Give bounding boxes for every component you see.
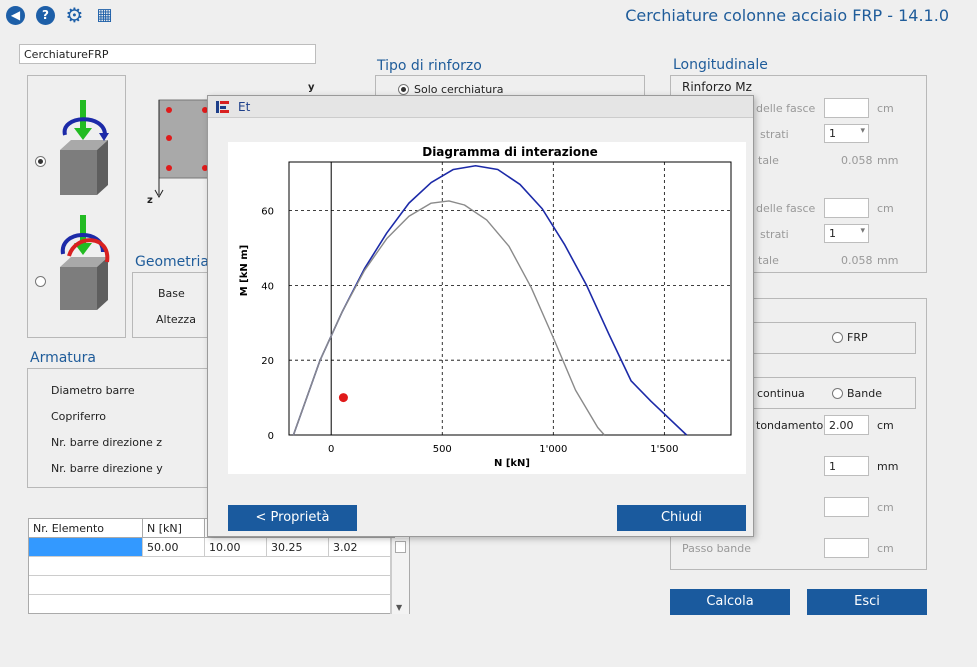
- bande-radio[interactable]: [832, 388, 843, 399]
- table-header-nr-elemento: Nr. Elemento: [29, 519, 143, 538]
- dialog-title: Et: [238, 100, 251, 114]
- numero-strati-select-1[interactable]: 1 ▾: [824, 124, 869, 143]
- app-logo-icon: [216, 101, 229, 113]
- unit-mm-2: mm: [877, 254, 899, 267]
- table-row-empty[interactable]: [29, 557, 391, 576]
- axis-y-label: y: [308, 82, 315, 93]
- unit-mm-1: mm: [877, 154, 899, 167]
- design-point: [338, 393, 348, 403]
- table-row-empty[interactable]: [29, 576, 391, 595]
- chart-title: Diagramma di interazione: [422, 145, 598, 159]
- project-name-input[interactable]: CerchiatureFRP: [19, 44, 316, 64]
- spessore-totale-value-2: 0.058: [841, 254, 873, 267]
- interaction-chart: 0 500 1'000 1'500 0 20 40 60 Diagramma di intera…: [228, 142, 746, 474]
- table-header-n: N [kN]: [143, 519, 205, 538]
- longitudinale-title: Longitudinale: [673, 57, 768, 73]
- tipo-rinforzo-title: Tipo di rinforzo: [377, 58, 482, 74]
- numero-strati-label-1: strati: [760, 128, 789, 141]
- numero-strati-value-2: 1: [829, 227, 836, 240]
- scroll-down-icon[interactable]: ▼: [396, 603, 402, 612]
- materiale-group: [740, 322, 916, 354]
- interaction-chart-svg: 0 500 1'000 1'500 0 20 40 60 Diagramma di intera…: [239, 145, 732, 469]
- larghezza-fasce-input-1[interactable]: [824, 98, 869, 118]
- table-cell[interactable]: 3.02: [329, 538, 391, 557]
- geometria-title: Geometria: [135, 254, 209, 270]
- calculator-icon[interactable]: ▦: [95, 6, 114, 25]
- numero-strati-select-2[interactable]: 1 ▾: [824, 224, 869, 243]
- spessore-totale-label-2: tale: [758, 254, 779, 267]
- settings-icon[interactable]: ⚙: [65, 5, 84, 25]
- continua-label: continua: [757, 387, 805, 400]
- larghezza-fasce-input-2[interactable]: [824, 198, 869, 218]
- help-icon[interactable]: ?: [36, 6, 55, 25]
- nr-barre-y-label: Nr. barre direzione y: [51, 462, 163, 475]
- numero-strati-label-2: strati: [760, 228, 789, 241]
- x-tick-label: 1'500: [650, 444, 678, 455]
- proprieta-button[interactable]: < Proprietà: [228, 505, 357, 531]
- unit-cm-1: cm: [877, 102, 894, 115]
- frp-radio[interactable]: [832, 332, 843, 343]
- passo-bande-label: Passo bande: [682, 542, 752, 555]
- chiudi-button[interactable]: Chiudi: [617, 505, 746, 531]
- nr-barre-z-label: Nr. barre direzione z: [51, 436, 162, 449]
- x-tick-label: 1'000: [539, 444, 567, 455]
- unit-cm-2: cm: [877, 202, 894, 215]
- dialog-titlebar[interactable]: Et: [208, 96, 753, 118]
- x-tick-label: 0: [328, 444, 334, 455]
- calcola-button[interactable]: Calcola: [670, 589, 790, 615]
- esci-button[interactable]: Esci: [807, 589, 927, 615]
- table-cell-selected[interactable]: [29, 538, 143, 557]
- y-tick-label: 60: [261, 207, 274, 218]
- scrollbar-thumb[interactable]: [395, 541, 406, 553]
- solo-cerchiatura-radio[interactable]: [398, 84, 409, 95]
- chevron-down-icon: ▾: [860, 126, 865, 136]
- armatura-title: Armatura: [30, 350, 97, 366]
- back-icon[interactable]: ◀: [6, 6, 25, 25]
- y-tick-label: 0: [268, 431, 274, 442]
- frp-label: FRP: [847, 331, 868, 344]
- base-label: Base: [158, 287, 185, 300]
- copriferro-label: Copriferro: [51, 410, 106, 423]
- load-case-axial-radio[interactable]: [35, 156, 46, 167]
- table-cell[interactable]: 30.25: [267, 538, 329, 557]
- cube-combined-icon: [60, 215, 110, 310]
- unit-mm-3: mm: [877, 460, 899, 473]
- passo-bande-input[interactable]: [824, 538, 869, 558]
- raggio-arrotondamento-label: tondamento: [756, 419, 824, 432]
- y-axis-label: M [kN m]: [239, 245, 250, 297]
- plot-area: [288, 161, 732, 436]
- table-row-empty[interactable]: [29, 595, 391, 614]
- numero-strati-value-1: 1: [829, 127, 836, 140]
- larghezza-bande-input[interactable]: [824, 497, 869, 517]
- x-tick-label: 500: [433, 444, 452, 455]
- app-title: Cerchiature colonne acciaio FRP - 14.1.0: [625, 6, 949, 25]
- y-tick-label: 40: [261, 281, 274, 292]
- diametro-barre-label: Diametro barre: [51, 384, 135, 397]
- larghezza-fasce-label-2: delle fasce: [756, 202, 816, 215]
- chevron-down-icon: ▾: [860, 226, 865, 236]
- bande-label: Bande: [847, 387, 883, 400]
- interaction-dialog: Et 0 500 1'000 1'500 0 20 40 60 Diagramma di int…: [207, 95, 754, 537]
- unit-cm-3: cm: [877, 419, 894, 432]
- cube-axial-icon: [60, 100, 109, 195]
- y-tick-label: 20: [261, 356, 274, 367]
- unit-cm-4: cm: [877, 501, 894, 514]
- spessore-totale-value-1: 0.058: [841, 154, 873, 167]
- spessore-input[interactable]: 1: [824, 456, 869, 476]
- unit-cm-5: cm: [877, 542, 894, 555]
- axis-z-label: z: [147, 195, 153, 206]
- rinforzo-mz-label: Rinforzo Mz: [682, 80, 752, 94]
- x-axis-label: N [kN]: [494, 458, 530, 469]
- raggio-arrotondamento-input[interactable]: 2.00: [824, 415, 869, 435]
- table-cell[interactable]: 10.00: [205, 538, 267, 557]
- larghezza-fasce-label-1: delle fasce: [756, 102, 816, 115]
- table-scrollbar[interactable]: ▼: [391, 538, 409, 614]
- table-cell[interactable]: 50.00: [143, 538, 205, 557]
- spessore-totale-label-1: tale: [758, 154, 779, 167]
- load-case-combined-radio[interactable]: [35, 276, 46, 287]
- altezza-label: Altezza: [156, 313, 196, 326]
